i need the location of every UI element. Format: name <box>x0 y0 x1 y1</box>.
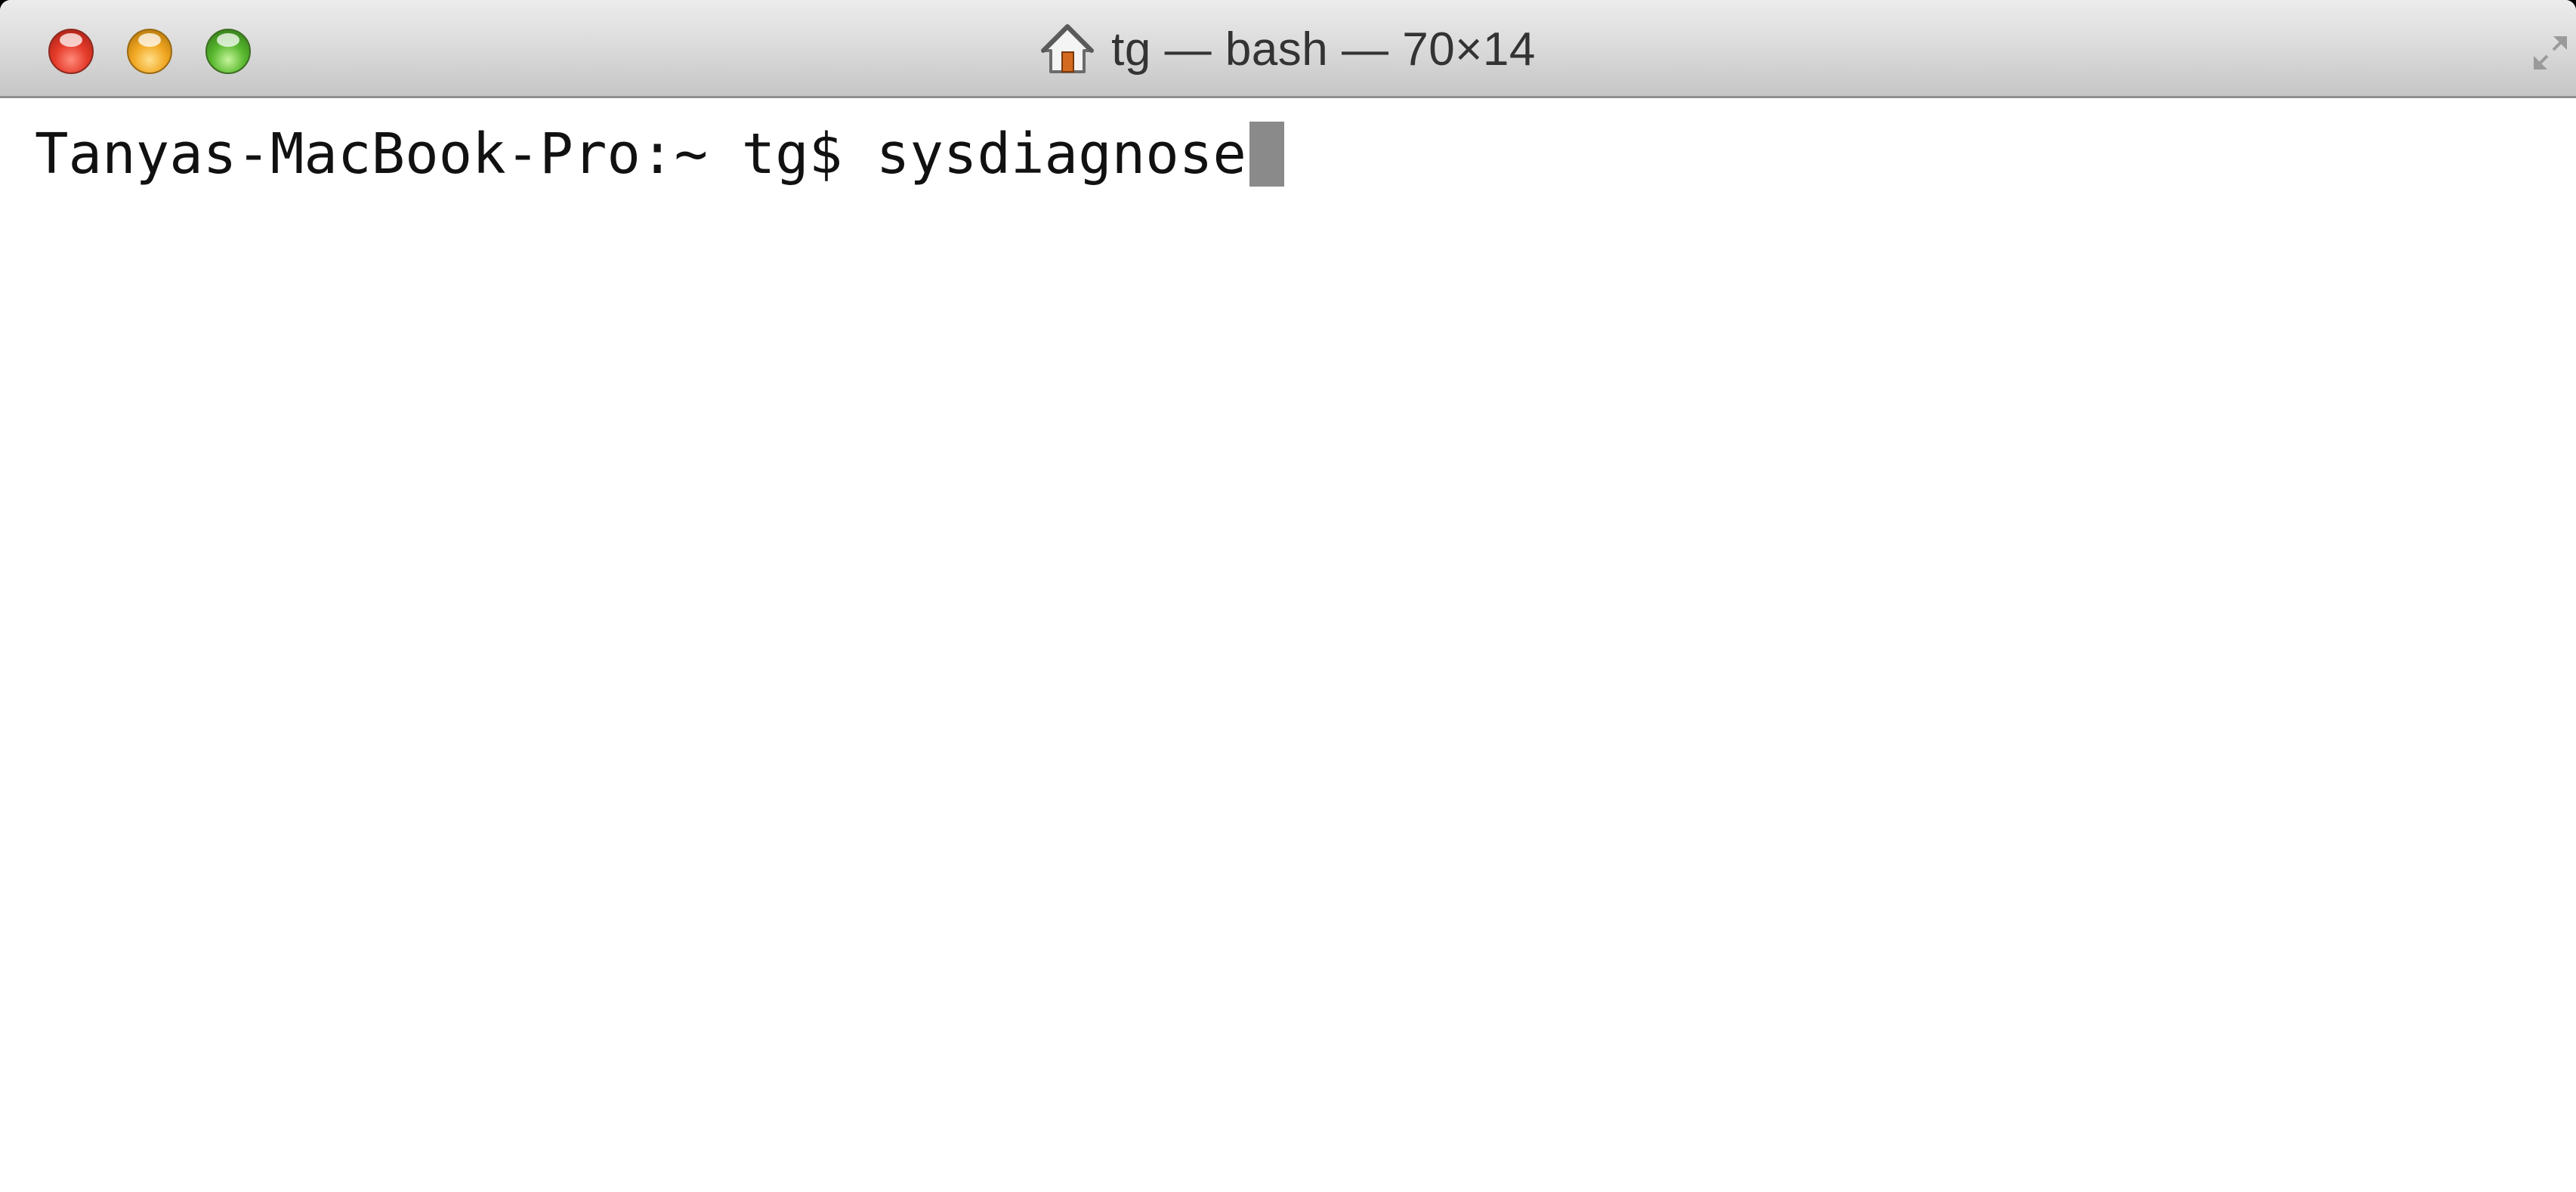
terminal-line: Tanyas-MacBook-Pro:~ tg$ sysdiagnose <box>35 116 1284 192</box>
window-title: tg — bash — 70×14 <box>1111 23 1536 76</box>
fullscreen-arrows-icon[interactable] <box>2531 33 2570 73</box>
home-icon <box>1041 24 1095 73</box>
text-cursor <box>1249 122 1284 187</box>
terminal-window: tg — bash — 70×14 Tanyas-MacBook-Pro:~ t… <box>0 0 2576 1192</box>
title-bar[interactable]: tg — bash — 70×14 <box>0 0 2576 98</box>
terminal-content[interactable]: Tanyas-MacBook-Pro:~ tg$ sysdiagnose <box>0 98 2576 1192</box>
shell-prompt: Tanyas-MacBook-Pro:~ tg$ <box>35 122 876 187</box>
command-text: sysdiagnose <box>876 122 1246 187</box>
window-title-group: tg — bash — 70×14 <box>0 0 2576 98</box>
